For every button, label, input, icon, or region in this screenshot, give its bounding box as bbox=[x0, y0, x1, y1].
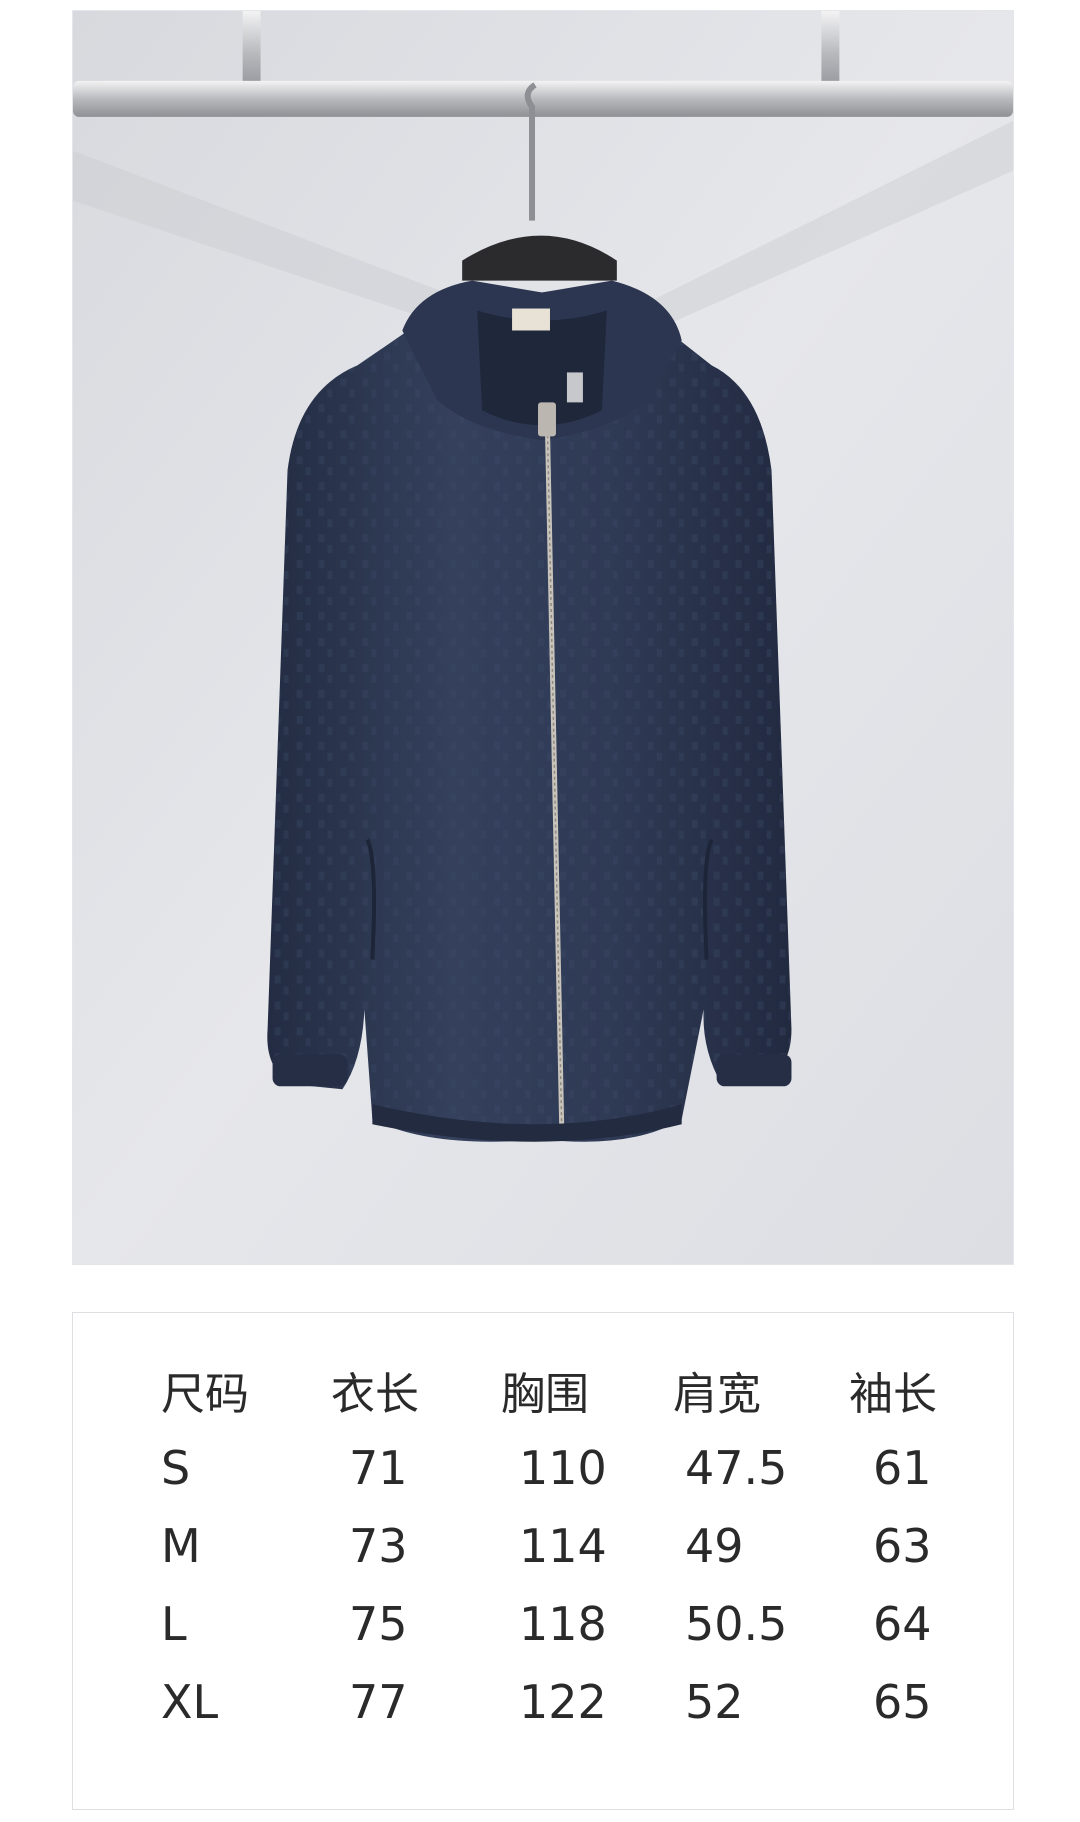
shoulder-cell: 52 bbox=[685, 1675, 744, 1729]
size-cell: L bbox=[161, 1597, 187, 1651]
length-cell: 75 bbox=[349, 1597, 408, 1651]
table-row: S 71 110 47.5 61 bbox=[161, 1429, 999, 1507]
jacket-photo-icon bbox=[73, 11, 1013, 1264]
header-sleeve: 袖长 bbox=[849, 1369, 937, 1420]
shoulder-cell: 47.5 bbox=[685, 1441, 788, 1495]
table-row: XL 77 122 52 65 bbox=[161, 1663, 999, 1741]
sleeve-cell: 65 bbox=[873, 1675, 932, 1729]
size-table: 尺码 衣长 胸围 肩宽 袖长 S 71 110 47.5 61 M 73 114… bbox=[161, 1351, 999, 1741]
sleeve-cell: 64 bbox=[873, 1597, 932, 1651]
chest-cell: 122 bbox=[519, 1675, 607, 1729]
table-row: M 73 114 49 63 bbox=[161, 1507, 999, 1585]
header-shoulder: 肩宽 bbox=[673, 1369, 761, 1420]
header-length: 衣长 bbox=[331, 1369, 419, 1420]
header-chest: 胸围 bbox=[501, 1369, 589, 1420]
size-table-header: 尺码 衣长 胸围 肩宽 袖长 bbox=[161, 1351, 999, 1429]
size-cell: S bbox=[161, 1441, 191, 1495]
size-cell: XL bbox=[161, 1675, 219, 1729]
header-size: 尺码 bbox=[161, 1369, 249, 1420]
size-cell: M bbox=[161, 1519, 201, 1573]
table-row: L 75 118 50.5 64 bbox=[161, 1585, 999, 1663]
chest-cell: 118 bbox=[519, 1597, 607, 1651]
shoulder-cell: 50.5 bbox=[685, 1597, 788, 1651]
product-photo bbox=[72, 10, 1014, 1265]
length-cell: 77 bbox=[349, 1675, 408, 1729]
length-cell: 73 bbox=[349, 1519, 408, 1573]
chest-cell: 114 bbox=[519, 1519, 607, 1573]
shoulder-cell: 49 bbox=[685, 1519, 744, 1573]
sleeve-cell: 61 bbox=[873, 1441, 932, 1495]
sleeve-cell: 63 bbox=[873, 1519, 932, 1573]
chest-cell: 110 bbox=[519, 1441, 607, 1495]
length-cell: 71 bbox=[349, 1441, 408, 1495]
size-chart: 尺码 衣长 胸围 肩宽 袖长 S 71 110 47.5 61 M 73 114… bbox=[72, 1312, 1014, 1810]
